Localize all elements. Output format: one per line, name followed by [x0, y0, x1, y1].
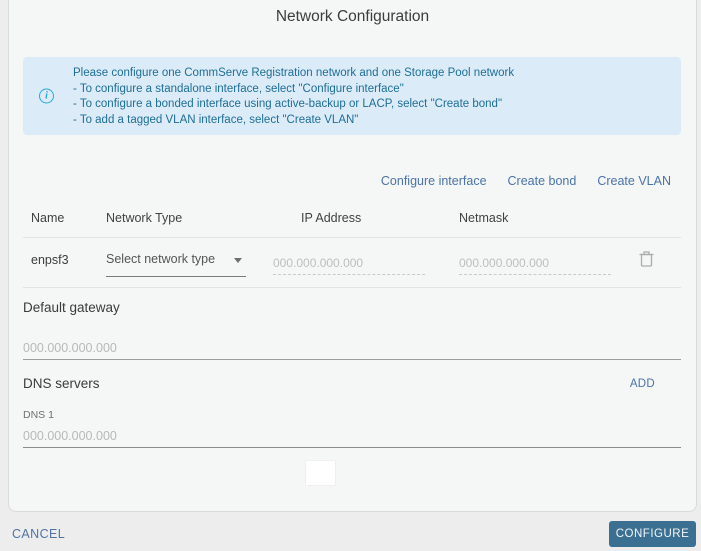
network-configuration-dialog: Network Configuration i Please configure… [0, 0, 701, 551]
dns-1-label: DNS 1 [23, 409, 54, 421]
network-type-selected-value: Select network type [106, 252, 216, 266]
info-icon: i [39, 88, 54, 104]
column-header-name: Name [31, 211, 65, 225]
network-type-select[interactable]: Select network type [106, 250, 246, 277]
chevron-down-icon [234, 258, 242, 263]
table-header-divider [23, 237, 681, 238]
default-gateway-input[interactable] [23, 336, 681, 360]
page-title: Network Configuration [275, 8, 430, 25]
default-gateway-label: Default gateway [23, 300, 120, 315]
info-line-1: Please configure one CommServe Registrat… [73, 67, 515, 79]
configure-interface-link[interactable]: Configure interface [381, 174, 487, 188]
info-line-2: - To configure a standalone interface, s… [73, 82, 404, 95]
column-header-netmask: Netmask [459, 211, 509, 225]
netmask-input[interactable] [459, 252, 611, 275]
info-line-4: - To add a tagged VLAN interface, select… [73, 113, 359, 126]
info-line-3: - To configure a bonded interface using … [73, 98, 503, 110]
ip-address-input[interactable] [273, 252, 425, 275]
column-header-network-type: Network Type [106, 211, 183, 225]
dns-servers-label: DNS servers [23, 376, 100, 391]
interface-name: enpsf3 [31, 253, 69, 267]
dns-1-input[interactable] [23, 424, 681, 448]
dialog-card: Network Configuration i Please configure… [8, 0, 697, 512]
info-banner-text: Please configure one CommServe Registrat… [73, 66, 671, 128]
table-action-links: Configure interface Create bond Create V… [381, 174, 671, 188]
info-banner: i Please configure one CommServe Registr… [23, 57, 681, 135]
trash-icon [639, 251, 653, 267]
add-dns-button[interactable]: ADD [630, 378, 655, 390]
table-row-divider [23, 287, 681, 288]
column-header-ip-address: IP Address [301, 211, 362, 225]
empty-white-box [305, 460, 336, 486]
delete-interface-button[interactable] [635, 247, 657, 271]
create-bond-link[interactable]: Create bond [508, 174, 577, 188]
cancel-button[interactable]: CANCEL [12, 527, 65, 541]
configure-button[interactable]: CONFIGURE [609, 521, 696, 547]
create-vlan-link[interactable]: Create VLAN [597, 174, 671, 188]
